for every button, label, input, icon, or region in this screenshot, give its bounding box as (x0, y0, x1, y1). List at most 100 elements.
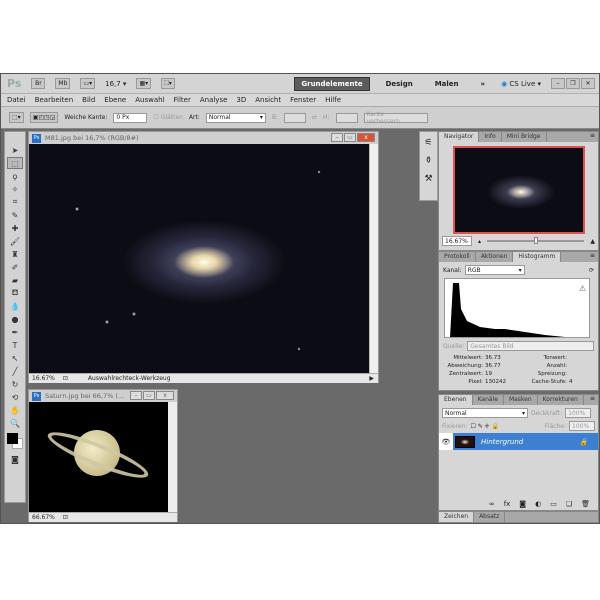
brush-tool-icon[interactable]: 🖌 (7, 235, 23, 247)
navigator-zoom-input[interactable]: 16.67% (442, 236, 472, 246)
marquee-tool-icon[interactable]: ⬚ (7, 157, 23, 169)
tab-histogramm[interactable]: Histogramm (513, 252, 562, 262)
zoom-out-icon[interactable]: ▴ (478, 238, 481, 245)
crop-tool-icon[interactable]: ⌗ (7, 196, 23, 208)
visibility-eye-icon[interactable]: 👁 (439, 438, 453, 446)
tab-protokoll[interactable]: Protokoll (439, 252, 476, 262)
minibridge-button[interactable]: Mb (55, 78, 71, 89)
brush-presets-icon[interactable]: ⚟ (424, 138, 432, 148)
quick-select-tool-icon[interactable]: ✧ (7, 183, 23, 195)
menu-hilfe[interactable]: Hilfe (325, 96, 341, 104)
workspace-design[interactable]: Design (380, 78, 419, 90)
saturn-image[interactable] (29, 402, 169, 512)
bridge-button[interactable]: Br (31, 78, 46, 89)
3d-rotate-icon[interactable]: ↻ (7, 378, 23, 390)
new-group-icon[interactable]: ▭ (550, 500, 557, 508)
zoom-select[interactable]: 16,7 ▾ (105, 80, 126, 88)
menu-bild[interactable]: Bild (82, 96, 95, 104)
blend-mode-select[interactable]: Normal ▾ (442, 408, 528, 418)
selection-mode-buttons[interactable]: ▣◰◳◲ (29, 112, 59, 123)
tab-aktionen[interactable]: Aktionen (476, 252, 514, 262)
screen-mode-button[interactable]: ⛶▾ (161, 78, 176, 89)
link-icon[interactable]: ∞ (489, 500, 495, 508)
close-button[interactable]: ✕ (581, 78, 595, 89)
tab-mini-bridge[interactable]: Mini Bridge (502, 132, 547, 142)
doc-minimize[interactable]: – (130, 391, 142, 400)
blur-tool-icon[interactable]: 💧 (7, 300, 23, 312)
move-tool-icon[interactable]: ➤ (7, 144, 23, 156)
layer-row[interactable]: 👁 Hintergrund 🔒 (439, 433, 598, 450)
feather-input[interactable]: 0 Px (113, 112, 148, 123)
panel-menu-icon[interactable]: ≡ (590, 252, 598, 262)
tab-masken[interactable]: Masken (504, 395, 538, 405)
style-select[interactable]: Normal ▾ (205, 112, 266, 123)
eyedropper-tool-icon[interactable]: ✎ (7, 209, 23, 221)
refine-edge-button[interactable]: Kante verbessern... (363, 111, 428, 125)
menu-bearbeiten[interactable]: Bearbeiten (35, 96, 73, 104)
quick-mask-icon[interactable]: ◙ (7, 453, 23, 465)
document-tab[interactable]: Ps M81.jpg bei 16,7% (RGB/8#) – ▭ x (29, 132, 378, 144)
doc-close[interactable]: x (357, 133, 375, 142)
menu-3d[interactable]: 3D (236, 96, 246, 104)
line-tool-icon[interactable]: ╱ (7, 365, 23, 377)
menu-auswahl[interactable]: Auswahl (135, 96, 164, 104)
refresh-icon[interactable]: ⟳ (589, 267, 594, 274)
tab-kanaele[interactable]: Kanäle (473, 395, 504, 405)
channel-select[interactable]: RGB ▾ (464, 265, 525, 275)
more-workspaces-button[interactable]: » (475, 78, 492, 90)
menu-datei[interactable]: Datei (7, 96, 26, 104)
tab-info[interactable]: Info (479, 132, 502, 142)
tab-absatz[interactable]: Absatz (474, 512, 506, 522)
panel-menu-icon[interactable]: ≡ (590, 132, 598, 142)
swap-icon[interactable]: ⇄ (312, 114, 317, 121)
color-swatches[interactable] (6, 430, 24, 452)
workspace-malen[interactable]: Malen (429, 78, 465, 90)
maximize-button[interactable]: ❐ (566, 78, 580, 89)
menu-ebene[interactable]: Ebene (104, 96, 126, 104)
cs-live-button[interactable]: ◉ CS Live ▾ (501, 80, 541, 88)
pen-tool-icon[interactable]: ✒ (7, 326, 23, 338)
workspace-grundelemente[interactable]: Grundelemente (294, 76, 370, 91)
zoom-tool-icon[interactable]: 🔍 (7, 417, 23, 429)
width-input[interactable] (283, 112, 306, 123)
height-input[interactable] (335, 112, 358, 123)
tool-preset-picker[interactable]: ⬚▾ (9, 112, 24, 123)
3d-orbit-icon[interactable]: ⟲ (7, 391, 23, 403)
clone-source-icon[interactable]: ⚱ (425, 156, 433, 166)
doc-minimize[interactable]: – (331, 133, 343, 142)
zoom-in-icon[interactable]: ▲ (590, 238, 595, 245)
tab-zeichen[interactable]: Zeichen (439, 512, 475, 522)
hand-tool-icon[interactable]: ✋ (7, 404, 23, 416)
minimize-button[interactable]: – (551, 78, 565, 89)
vertical-scrollbar[interactable] (369, 144, 378, 373)
antialias-checkbox[interactable]: ☐ Glätten (153, 114, 183, 121)
healing-brush-icon[interactable]: ✚ (7, 222, 23, 234)
paint-bucket-icon[interactable]: ⛾ (7, 287, 23, 299)
lock-icons[interactable]: ☐ ✎ ✛ 🔒 (470, 423, 499, 430)
source-select[interactable]: Gesamtes Bild (467, 341, 594, 351)
tab-navigator[interactable]: Navigator (439, 132, 480, 142)
stamp-tool-icon[interactable]: ♜ (7, 248, 23, 260)
zoom-slider[interactable] (487, 237, 585, 244)
menu-ansicht[interactable]: Ansicht (255, 96, 281, 104)
status-menu-arrow[interactable]: ▶ (369, 375, 374, 382)
menu-analyse[interactable]: Analyse (200, 96, 228, 104)
m81-galaxy-image[interactable] (29, 144, 370, 373)
arrange-button[interactable]: ▦▾ (136, 78, 152, 89)
menu-fenster[interactable]: Fenster (290, 96, 316, 104)
view-extras-button[interactable]: ▭▾ (80, 78, 96, 89)
navigator-preview[interactable] (452, 146, 585, 234)
doc-maximize[interactable]: ▭ (143, 391, 155, 400)
menu-filter[interactable]: Filter (174, 96, 191, 104)
new-layer-icon[interactable]: ❏ (566, 500, 572, 508)
path-select-icon[interactable]: ↖ (7, 352, 23, 364)
adjustment-layer-icon[interactable]: ◐ (535, 500, 541, 508)
eraser-tool-icon[interactable]: ▰ (7, 274, 23, 286)
foreground-color[interactable] (7, 433, 18, 444)
opacity-input[interactable]: 100% (565, 408, 592, 418)
document-tab[interactable]: Ps Saturn.jpg bei 66,7% (… – ▭ x (29, 390, 177, 402)
history-brush-icon[interactable]: ✐ (7, 261, 23, 273)
add-mask-icon[interactable]: ◙ (519, 500, 526, 508)
delete-layer-icon[interactable]: 🗑 (581, 500, 590, 508)
doc-close[interactable]: x (156, 391, 174, 400)
